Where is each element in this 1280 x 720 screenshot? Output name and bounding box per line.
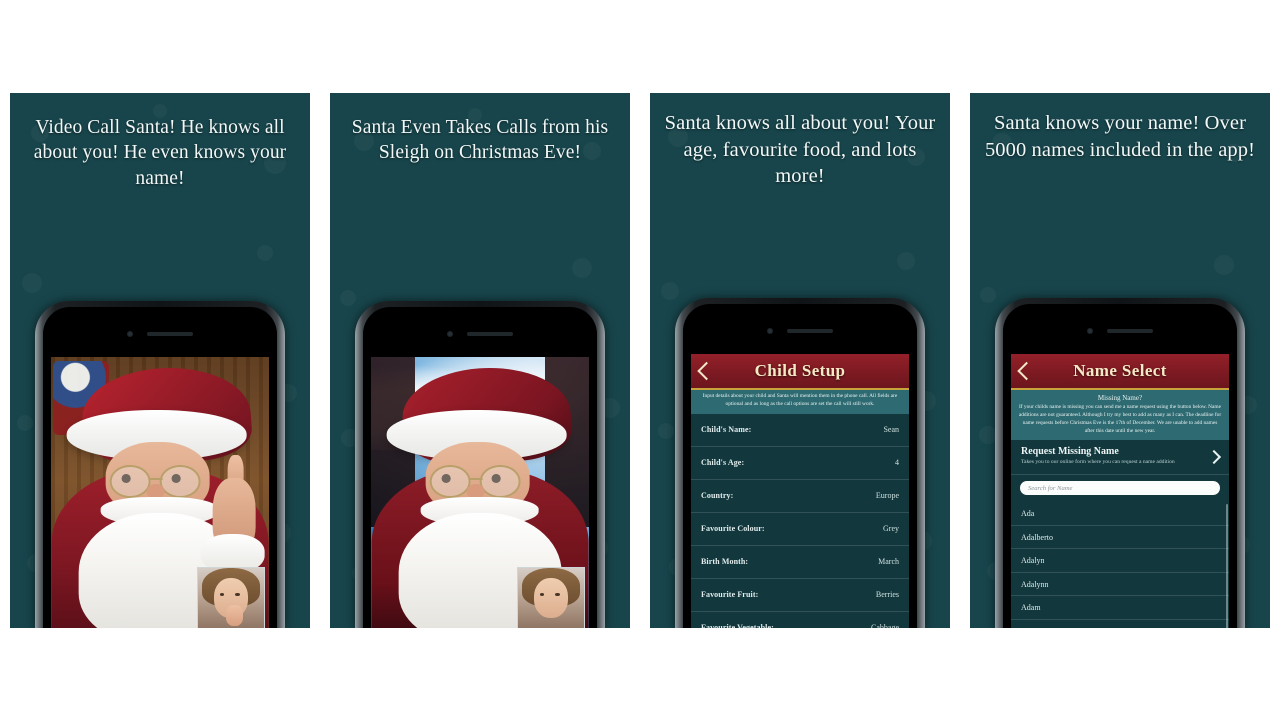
child-eye-right [554, 592, 560, 596]
name-list: Ada Adalberto Adalyn Adalynn Adam Adan A… [1011, 502, 1229, 628]
list-item[interactable]: Adalberto [1011, 526, 1229, 550]
phone-frame [35, 301, 285, 628]
front-camera-icon [127, 331, 133, 337]
banner-body: If your childs name is missing you can s… [1018, 404, 1222, 434]
table-row[interactable]: Birth Month: March [691, 546, 909, 579]
missing-name-banner: Missing Name? If your childs name is mis… [1011, 390, 1229, 441]
self-view-thumbnail[interactable] [197, 567, 265, 628]
earpiece-speaker-icon [787, 329, 833, 333]
app-header: Name Select [1011, 354, 1229, 390]
panel-headline: Santa Even Takes Calls from his Sleigh o… [351, 117, 609, 164]
child-setup-list: Child's Name: Sean Child's Age: 4 Countr… [691, 413, 909, 628]
instructions-banner: Input details about your child and Santa… [691, 390, 909, 414]
front-camera-icon [447, 331, 453, 337]
phone-sensor-row [1003, 326, 1237, 336]
table-row[interactable]: Favourite Fruit: Berries [691, 579, 909, 612]
list-item[interactable]: Adalynn [1011, 573, 1229, 597]
row-label: Favourite Vegetable: [701, 623, 774, 628]
panel-video-call: Video Call Santa! He knows all about you… [10, 93, 310, 628]
phone-frame [355, 301, 605, 628]
child-hand [225, 605, 243, 627]
panel-headline: Santa knows all about you! Your age, fav… [664, 112, 936, 188]
page-title: Name Select [1073, 361, 1167, 380]
name-select-screen: Name Select Missing Name? If your childs… [1011, 354, 1229, 628]
panel-name-select: Santa knows your name! Over 5000 names i… [970, 93, 1270, 628]
list-item[interactable]: Adan [1011, 620, 1229, 628]
front-camera-icon [767, 328, 773, 334]
list-item[interactable]: Ada [1011, 502, 1229, 526]
table-row[interactable]: Favourite Colour: Grey [691, 513, 909, 546]
search-input[interactable]: Search for Name [1020, 481, 1220, 496]
panel-headline: Santa knows your name! Over 5000 names i… [984, 112, 1256, 161]
table-row[interactable]: Child's Name: Sean [691, 414, 909, 447]
child-setup-screen: Child Setup Input details about your chi… [691, 354, 909, 628]
phone-bezel [43, 307, 277, 628]
request-subtitle: Takes you to our online form where you c… [1021, 459, 1175, 466]
phone-screen [51, 357, 269, 628]
list-scrollbar[interactable] [1226, 504, 1228, 628]
page-title: Child Setup [754, 361, 846, 380]
front-camera-icon [1087, 328, 1093, 334]
phone-bezel: Child Setup Input details about your chi… [683, 304, 917, 628]
table-row[interactable]: Child's Age: 4 [691, 447, 909, 480]
phone-bezel: Name Select Missing Name? If your childs… [1003, 304, 1237, 628]
screenshot-stage: Video Call Santa! He knows all about you… [0, 0, 1280, 720]
row-value: Sean [883, 425, 899, 435]
santa-glasses-right [480, 465, 521, 499]
santa-glasses-right [160, 465, 201, 499]
row-label: Birth Month: [701, 557, 749, 567]
phone-frame: Child Setup Input details about your chi… [675, 298, 925, 628]
phone-sensor-row [683, 326, 917, 336]
row-label: Child's Name: [701, 425, 752, 435]
phone-screen: Name Select Missing Name? If your childs… [1011, 354, 1229, 628]
phone-screen [371, 357, 589, 628]
row-value: March [878, 557, 899, 567]
search-container: Search for Name [1011, 475, 1229, 502]
row-value: Grey [883, 524, 899, 534]
panel-child-setup: Santa knows all about you! Your age, fav… [650, 93, 950, 628]
banner-title: Missing Name? [1097, 394, 1143, 402]
self-view-thumbnail[interactable] [517, 567, 585, 628]
phone-frame: Name Select Missing Name? If your childs… [995, 298, 1245, 628]
request-missing-name-button[interactable]: Request Missing Name Takes you to our on… [1011, 440, 1229, 476]
phone-screen: Child Setup Input details about your chi… [691, 354, 909, 628]
row-label: Child's Age: [701, 458, 745, 468]
row-value: Berries [875, 590, 899, 600]
app-header: Child Setup [691, 354, 909, 390]
table-row[interactable]: Country: Europe [691, 480, 909, 513]
row-label: Favourite Colour: [701, 524, 765, 534]
list-item[interactable]: Adalyn [1011, 549, 1229, 573]
list-item[interactable]: Adam [1011, 596, 1229, 620]
panel-headline: Video Call Santa! He knows all about you… [33, 117, 287, 189]
earpiece-speaker-icon [1107, 329, 1153, 333]
earpiece-speaker-icon [147, 332, 193, 336]
santa-glasses-left [110, 465, 151, 499]
santa-glasses-left [430, 465, 471, 499]
child-eye-right [234, 592, 240, 596]
row-value: Europe [875, 491, 899, 501]
row-label: Country: [701, 491, 734, 501]
request-title: Request Missing Name [1021, 446, 1119, 458]
table-row[interactable]: Favourite Vegetable: Cabbage [691, 612, 909, 628]
earpiece-speaker-icon [467, 332, 513, 336]
row-value: 4 [895, 458, 899, 468]
santa-glasses-bridge [148, 478, 163, 481]
santa-video-feed [51, 357, 269, 628]
phone-bezel [363, 307, 597, 628]
phone-sensor-row [363, 329, 597, 339]
row-value: Cabbage [871, 623, 899, 628]
child-face [533, 577, 569, 618]
phone-sensor-row [43, 329, 277, 339]
santa-video-feed [371, 357, 589, 628]
santa-glasses-bridge [468, 478, 483, 481]
panel-sleigh-call: Santa Even Takes Calls from his Sleigh o… [330, 93, 630, 628]
row-label: Favourite Fruit: [701, 590, 759, 600]
